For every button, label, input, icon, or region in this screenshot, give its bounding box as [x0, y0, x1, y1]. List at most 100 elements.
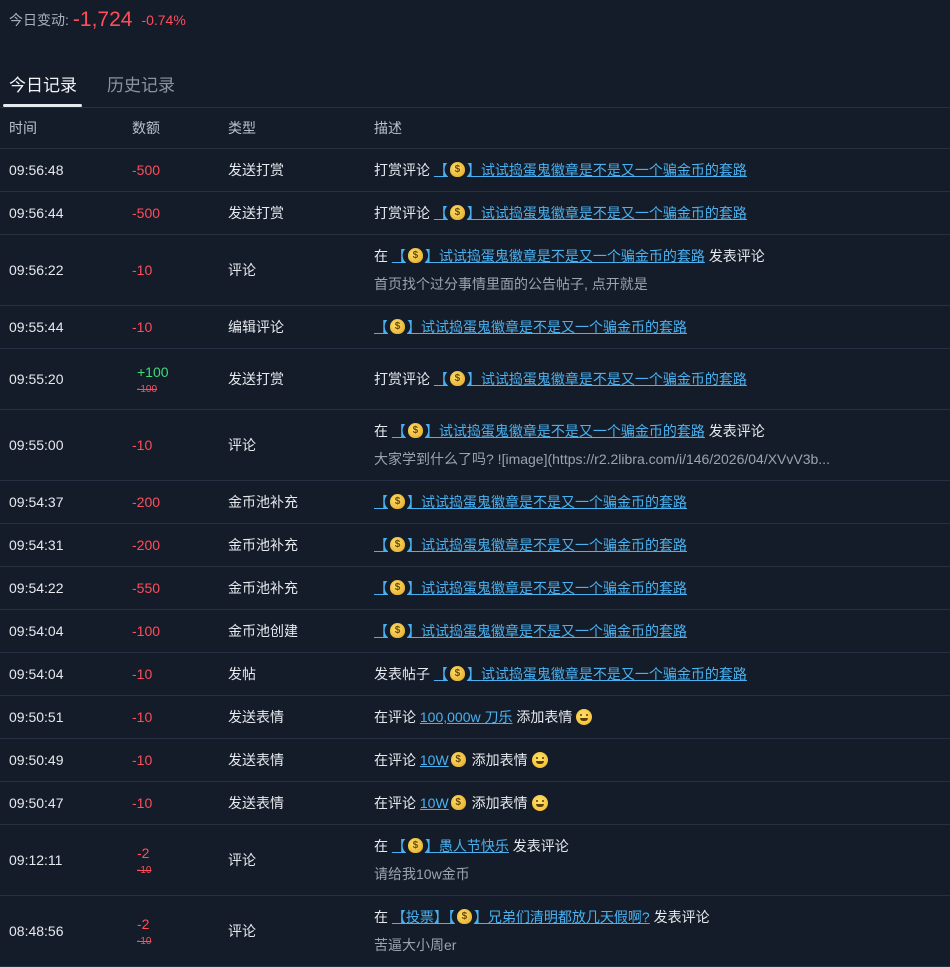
amount-value: -100 [132, 623, 161, 639]
cell-time: 08:48:56 [0, 895, 132, 967]
cell-desc: 打赏评论 【 】试试捣蛋鬼徽章是不是又一个骗金币的套路 [374, 191, 950, 235]
link-bracket-open: 【 [374, 494, 388, 510]
post-link[interactable]: 【 】愚人节快乐 [392, 838, 509, 854]
cell-desc: 打赏评论 【 】试试捣蛋鬼徽章是不是又一个骗金币的套路 [374, 148, 950, 192]
post-link[interactable]: 【 】试试捣蛋鬼徽章是不是又一个骗金币的套路 [434, 162, 747, 178]
link-text: 试试捣蛋鬼徽章是不是又一个骗金币的套路 [421, 623, 687, 639]
cell-desc: 在 【 】试试捣蛋鬼徽章是不是又一个骗金币的套路 发表评论首页找个过分事情里面的公… [374, 234, 950, 306]
table-row: 09:55:20 +100 -100 发送打赏打赏评论 【 】试试捣蛋鬼徽章是不是又一个… [0, 348, 950, 410]
tab-today-records[interactable]: 今日记录 [9, 71, 77, 96]
link-text: 试试捣蛋鬼徽章是不是又一个骗金币的套路 [480, 666, 747, 682]
post-link[interactable]: 10W [420, 795, 468, 811]
amount-value: -10 [132, 319, 153, 335]
cell-desc: 【 】试试捣蛋鬼徽章是不是又一个骗金币的套路 [374, 523, 950, 567]
cell-amount: -500 [132, 191, 228, 235]
cell-desc: 在评论 10W 添加表情 [374, 738, 950, 782]
amount-value: -550 [132, 580, 161, 596]
post-link[interactable]: 【 】试试捣蛋鬼徽章是不是又一个骗金币的套路 [392, 248, 705, 264]
link-text: 试试捣蛋鬼徽章是不是又一个骗金币的套路 [438, 248, 705, 264]
cell-amount: -2 -10 [132, 824, 228, 896]
post-link[interactable]: 100,000w 刀乐 [420, 709, 513, 725]
table-row: 09:54:37-200 金币池补充【 】试试捣蛋鬼徽章是不是又一个骗金币的套路 [0, 480, 950, 524]
amount-value: -500 [132, 205, 161, 221]
desc-suffix: 发表评论 [708, 248, 765, 264]
cell-time: 09:55:00 [0, 409, 132, 481]
original-amount: -10 [137, 935, 152, 947]
link-bracket-open: 【 [374, 537, 388, 553]
today-change-value: -1,724 [72, 8, 133, 31]
tab-history-records[interactable]: 历史记录 [107, 71, 175, 96]
table-row: 09:50:49-10 发送表情在评论 10W 添加表情 [0, 738, 950, 782]
comment-excerpt: 请给我10w金币 [374, 866, 470, 882]
link-bracket-close: 】 [407, 494, 421, 510]
desc-prefix: 在评论 [374, 795, 416, 811]
amount-value: -500 [132, 162, 161, 178]
post-link[interactable]: 10W [420, 752, 468, 768]
post-link[interactable]: 【 】试试捣蛋鬼徽章是不是又一个骗金币的套路 [374, 494, 687, 510]
money-bag-icon [450, 795, 466, 810]
records-table: 时间 数额 类型 描述 09:56:48-500发送打赏打赏评论 【】试试捣蛋鬼… [0, 108, 950, 967]
cell-desc: 在评论 100,000w 刀乐 添加表情 [374, 695, 950, 739]
cell-type: 发送打赏 [228, 191, 374, 235]
post-link[interactable]: 【 】试试捣蛋鬼徽章是不是又一个骗金币的套路 [374, 580, 687, 596]
link-bracket-open: 【 [374, 580, 388, 596]
cell-time: 09:12:11 [0, 824, 132, 896]
cell-amount: -100 [132, 609, 228, 653]
smile-emoji-icon [531, 752, 548, 768]
post-link[interactable]: 【 】试试捣蛋鬼徽章是不是又一个骗金币的套路 [434, 666, 747, 682]
cell-desc: 【 】试试捣蛋鬼徽章是不是又一个骗金币的套路 [374, 305, 950, 349]
money-bag-icon [456, 909, 472, 924]
cell-desc: 【 】试试捣蛋鬼徽章是不是又一个骗金币的套路 [374, 609, 950, 653]
comment-excerpt: 首页找个过分事情里面的公告帖子, 点开就是 [374, 276, 648, 292]
amount-value: -10 [132, 795, 153, 811]
active-tab-indicator [3, 104, 82, 107]
cell-amount: -550 [132, 566, 228, 610]
cell-type: 发送表情 [228, 738, 374, 782]
cell-type: 评论 [228, 824, 374, 896]
cell-time: 09:54:37 [0, 480, 132, 524]
link-bracket-close: 】 [424, 248, 439, 264]
cell-desc: 在 【投票】【 】兄弟们清明都放几天假啊? 发表评论苦逼大小周er [374, 895, 950, 967]
link-text: 试试捣蛋鬼徽章是不是又一个骗金币的套路 [480, 205, 747, 221]
desc-suffix: 发表评论 [653, 909, 710, 925]
cell-desc: 【 】试试捣蛋鬼徽章是不是又一个骗金币的套路 [374, 566, 950, 610]
link-bracket-close: 】 [407, 537, 421, 553]
desc-suffix: 添加表情 [471, 752, 528, 768]
link-bracket-open: 【 [391, 423, 406, 439]
cell-amount: -10 [132, 234, 228, 306]
table-header-row: 时间 数额 类型 描述 [0, 108, 950, 149]
cell-time: 09:56:22 [0, 234, 132, 306]
desc-suffix: 发表评论 [512, 838, 569, 854]
cell-time: 09:56:44 [0, 191, 132, 235]
cell-desc: 【 】试试捣蛋鬼徽章是不是又一个骗金币的套路 [374, 480, 950, 524]
post-link[interactable]: 【 】试试捣蛋鬼徽章是不是又一个骗金币的套路 [374, 537, 687, 553]
post-link[interactable]: 【 】试试捣蛋鬼徽章是不是又一个骗金币的套路 [434, 371, 747, 387]
link-bracket-open: 【 [391, 838, 406, 854]
cell-time: 09:55:20 [0, 348, 132, 410]
cell-type: 评论 [228, 895, 374, 967]
link-text: 试试捣蛋鬼徽章是不是又一个骗金币的套路 [480, 371, 747, 387]
cell-amount: -200 [132, 480, 228, 524]
link-bracket-close: 】 [407, 580, 421, 596]
link-bracket-open: 【 [391, 248, 406, 264]
link-text: 10W [419, 752, 449, 768]
link-text: 试试捣蛋鬼徽章是不是又一个骗金币的套路 [438, 423, 705, 439]
table-row: 09:56:22-10 评论在 【 】试试捣蛋鬼徽章是不是又一个骗金币的套路 发表评… [0, 234, 950, 306]
cell-type: 金币池创建 [228, 609, 374, 653]
table-row: 09:56:44-500 发送打赏打赏评论 【 】试试捣蛋鬼徽章是不是又一个骗金币的… [0, 191, 950, 235]
today-change-percent: -0.74% [141, 12, 186, 28]
post-link[interactable]: 【 】试试捣蛋鬼徽章是不是又一个骗金币的套路 [374, 623, 687, 639]
desc-prefix: 在 [374, 423, 388, 439]
cell-type: 发送打赏 [228, 348, 374, 410]
desc-prefix: 在 [374, 909, 388, 925]
post-link[interactable]: 【 】试试捣蛋鬼徽章是不是又一个骗金币的套路 [392, 423, 705, 439]
table-row: 09:50:51 -10 发送表情 在评论 100,000w 刀乐 添加表情 [0, 695, 950, 739]
post-link[interactable]: 【 】试试捣蛋鬼徽章是不是又一个骗金币的套路 [374, 319, 687, 335]
cell-desc: 在评论 10W 添加表情 [374, 781, 950, 825]
cell-time: 09:56:48 [0, 148, 132, 192]
link-text: 试试捣蛋鬼徽章是不是又一个骗金币的套路 [421, 494, 687, 510]
post-link[interactable]: 【 】试试捣蛋鬼徽章是不是又一个骗金币的套路 [434, 205, 747, 221]
link-bracket-close: 】 [473, 909, 488, 925]
cell-amount: -10 [132, 409, 228, 481]
post-link[interactable]: 【投票】【 】兄弟们清明都放几天假啊? [392, 909, 650, 925]
